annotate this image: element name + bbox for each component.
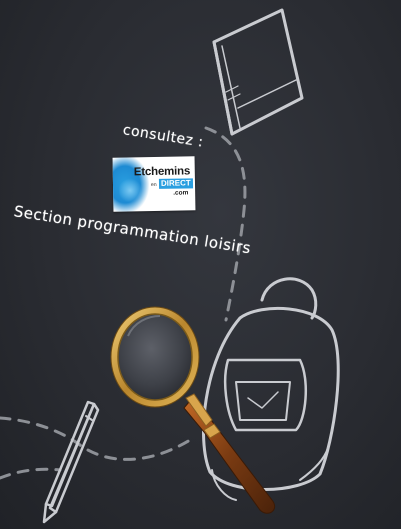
pencil-icon bbox=[42, 400, 100, 524]
logo-splash-highlight bbox=[118, 177, 142, 204]
etchemins-direct-logo[interactable]: Etchemins en DIRECT .com bbox=[112, 156, 196, 212]
book-icon bbox=[212, 8, 304, 136]
logo-name: Etchemins bbox=[133, 165, 191, 179]
logo-domain: .com bbox=[173, 189, 189, 197]
logo-direct: DIRECT bbox=[158, 178, 193, 189]
magnifying-glass-icon bbox=[110, 306, 276, 514]
poster: consultez : Etchemins en DIRECT .com Sec… bbox=[0, 0, 401, 529]
logo-connector: en bbox=[150, 181, 157, 189]
backpack-icon bbox=[202, 277, 340, 501]
chalk-illustration bbox=[0, 8, 340, 524]
